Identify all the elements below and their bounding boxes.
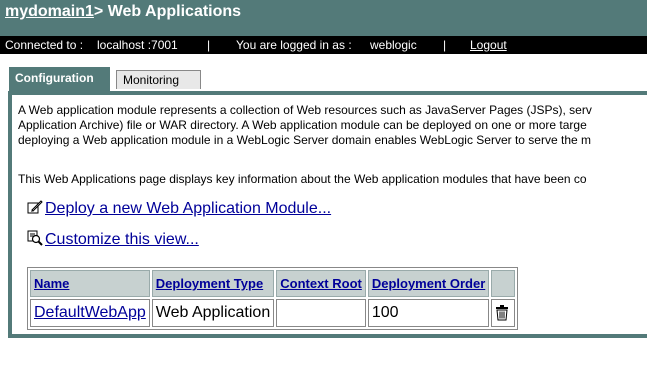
- page-title: Web Applications: [107, 3, 242, 20]
- logged-in-label: You are logged in as :: [236, 38, 352, 52]
- table-header-row: Name Deployment Type Context Root Deploy…: [30, 270, 516, 297]
- domain-link[interactable]: mydomain1: [5, 3, 94, 20]
- customize-action: Customize this view...: [27, 230, 199, 249]
- logged-in-user: weblogic: [370, 38, 417, 52]
- description-line: This Web Applications page displays key …: [18, 172, 587, 186]
- sort-deployment-type-link[interactable]: Deployment Type: [156, 276, 263, 291]
- description-line: A Web application module represents a co…: [18, 103, 592, 117]
- magnifier-icon: [27, 230, 43, 246]
- tab-configuration[interactable]: Configuration: [9, 67, 110, 92]
- status-divider: |: [207, 38, 211, 52]
- breadcrumb-separator: >: [93, 3, 104, 20]
- breadcrumb: mydomain1> Web Applications: [5, 3, 241, 21]
- sort-deployment-order-link[interactable]: Deployment Order: [372, 276, 485, 291]
- tab-monitoring[interactable]: Monitoring: [116, 70, 201, 89]
- connected-label: Connected to :: [5, 38, 84, 52]
- trash-icon[interactable]: [495, 304, 509, 321]
- edit-pencil-icon: [27, 199, 43, 215]
- page-description: This Web Applications page displays key …: [18, 172, 647, 187]
- logout-link[interactable]: Logout: [470, 36, 507, 54]
- cell-delete: [491, 299, 516, 327]
- customize-view-link[interactable]: Customize this view...: [45, 231, 199, 248]
- description-line: deploying a Web application module in a …: [18, 133, 591, 147]
- module-description: A Web application module represents a co…: [18, 103, 647, 148]
- cell-name: DefaultWebApp: [30, 299, 150, 327]
- description-line: Application Archive) file or WAR directo…: [18, 118, 587, 132]
- sort-name-link[interactable]: Name: [34, 276, 69, 291]
- app-name-link[interactable]: DefaultWebApp: [34, 304, 146, 321]
- cell-deployment-type: Web Application: [151, 299, 275, 327]
- cell-context-root: [276, 299, 366, 327]
- deploy-web-app-link[interactable]: Deploy a new Web Application Module...: [45, 200, 331, 217]
- status-divider: |: [443, 38, 447, 52]
- column-header-actions: [491, 270, 516, 297]
- sort-context-root-link[interactable]: Context Root: [280, 276, 362, 291]
- web-applications-table: Name Deployment Type Context Root Deploy…: [27, 267, 519, 330]
- column-header-context-root: Context Root: [276, 270, 366, 297]
- connected-host: localhost :7001: [97, 38, 178, 52]
- column-header-deployment-order: Deployment Order: [367, 270, 490, 297]
- deploy-action: Deploy a new Web Application Module...: [27, 199, 331, 218]
- status-bar: Connected to : localhost :7001 | You are…: [0, 36, 647, 54]
- column-header-deployment-type: Deployment Type: [151, 270, 275, 297]
- title-bar: mydomain1> Web Applications: [0, 0, 647, 36]
- cell-deployment-order: 100: [367, 299, 490, 327]
- column-header-name: Name: [30, 270, 150, 297]
- table-row: DefaultWebApp Web Application 100: [30, 299, 516, 327]
